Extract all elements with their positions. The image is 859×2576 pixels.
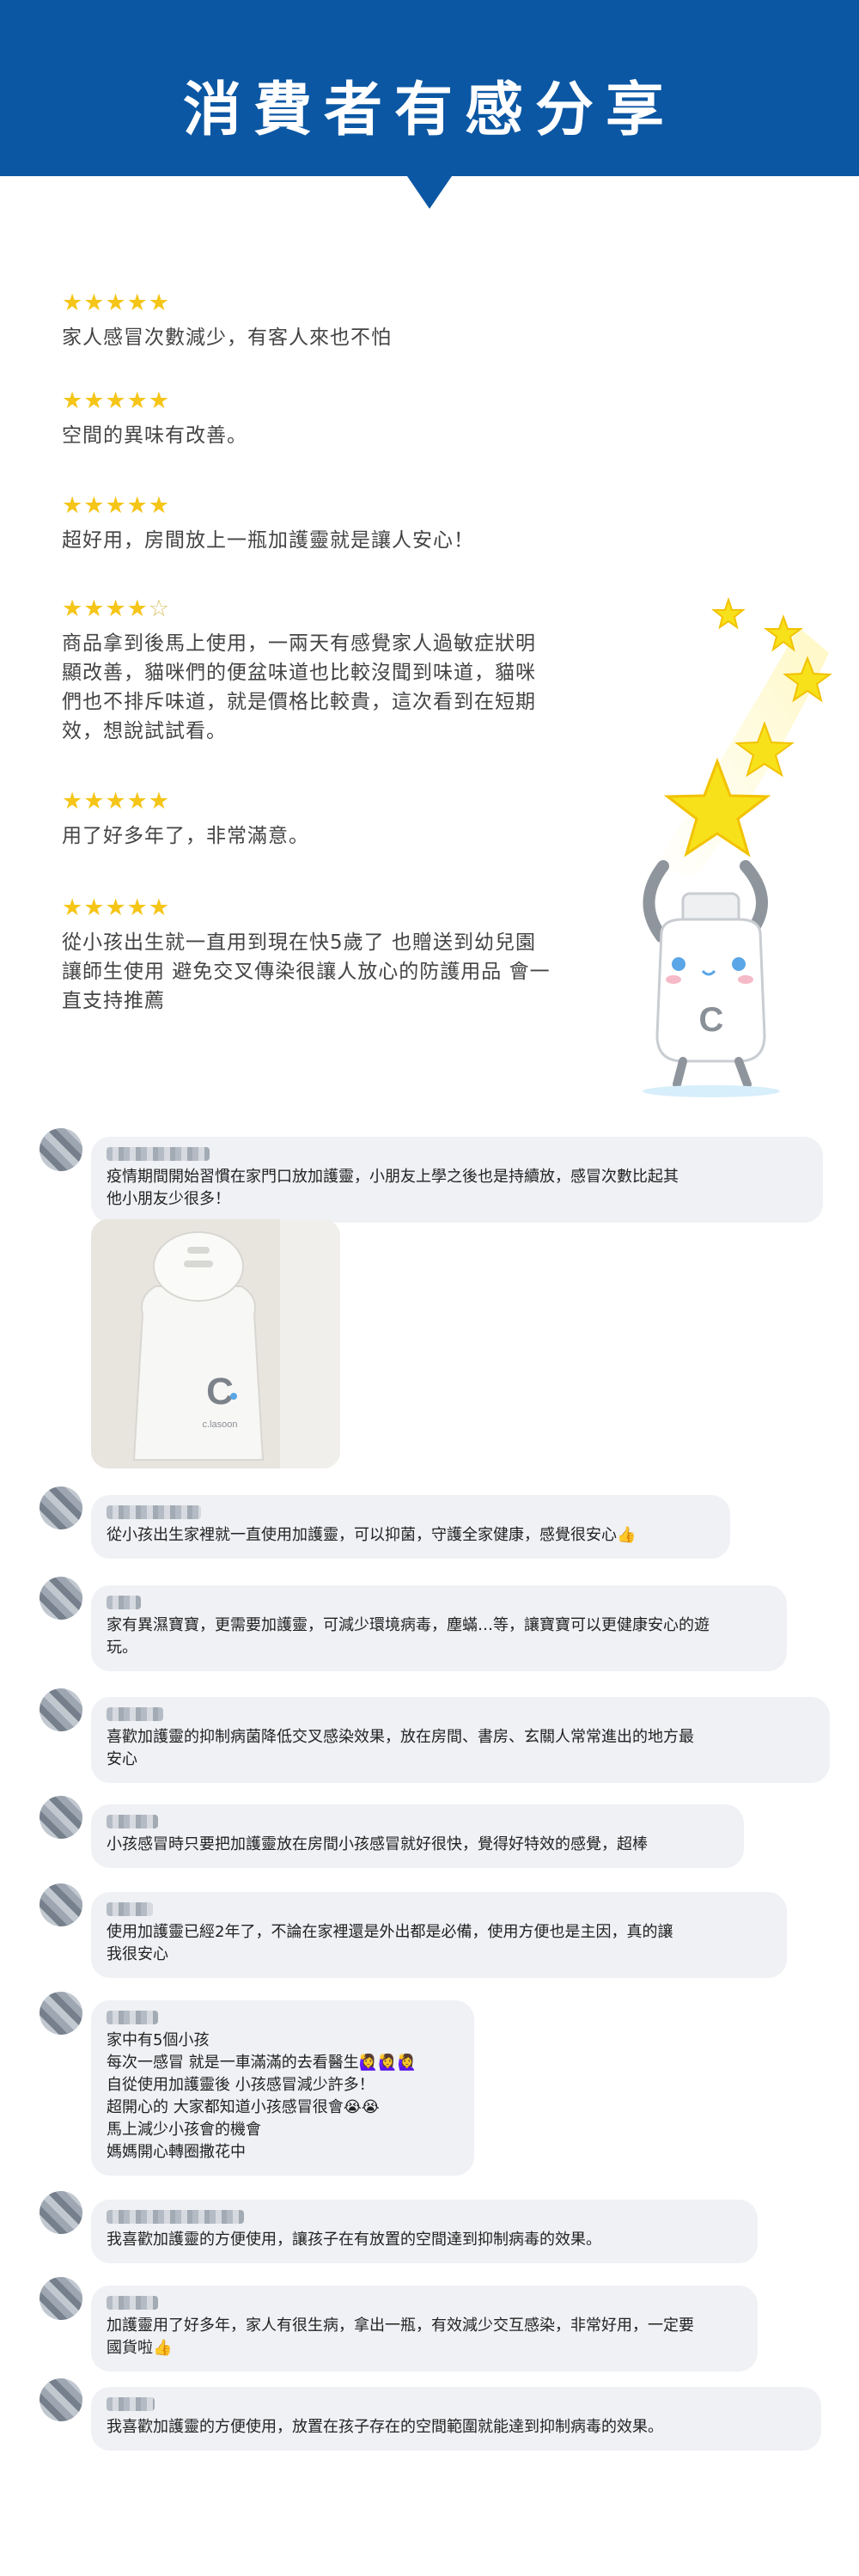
commenter-name-blurred [107, 1707, 163, 1721]
star-filled-icon: ★ [126, 788, 149, 815]
star-filled-icon: ★ [62, 492, 84, 519]
star-filled-icon: ★ [148, 290, 171, 316]
avatar [40, 1688, 82, 1731]
mascot-illustration: C [643, 596, 832, 1097]
star-filled-icon: ★ [62, 788, 84, 815]
star-filled-icon: ★ [62, 388, 84, 414]
star-filled-icon: ★ [105, 788, 127, 815]
commenter-name-blurred [107, 1902, 153, 1916]
star-filled-icon: ★ [126, 595, 149, 622]
page-title: 消費者有感分享 [182, 76, 676, 144]
comment-bubble: 疫情期間開始習慣在家門口放加護靈，小朋友上學之後也是持續放，感冒次數比起其 他小… [91, 1137, 823, 1223]
star-icon [711, 596, 746, 630]
commenter-name-blurred [107, 1815, 158, 1828]
comment-bubble: 喜歡加護靈的抑制病菌降低交叉感染效果，放在房間、書房、玄關人常常進出的地方最 安… [91, 1697, 830, 1783]
product-bottle-image: C c.lasoon [91, 1219, 340, 1468]
header-banner: 消費者有感分享 [0, 0, 859, 176]
svg-text:c.lasoon: c.lasoon [203, 1419, 238, 1430]
avatar [40, 2378, 82, 2421]
comment-text: 我喜歡加護靈的方便使用，讓孩子在有放置的空間達到抑制病毒的效果。 [107, 2231, 601, 2249]
comment-text: 喜歡加護靈的抑制病菌降低交叉感染效果，放在房間、書房、玄關人常常進出的地方最 安… [107, 1728, 694, 1768]
comment-bubble: 家有異濕寶寶，更需要加護靈，可減少環境病毒，塵蟎…等，讓寶寶可以更健康安心的遊 … [91, 1585, 787, 1671]
star-rating: ★★★★★ [62, 388, 594, 416]
star-filled-icon: ★ [62, 290, 84, 316]
star-filled-icon: ★ [62, 595, 84, 622]
star-filled-icon: ★ [83, 788, 106, 815]
star-filled-icon: ★ [83, 388, 106, 414]
star-filled-icon: ★ [148, 388, 171, 414]
commenter-name-blurred [107, 2011, 158, 2024]
commenter-name-blurred [107, 2296, 158, 2310]
star-filled-icon: ★ [126, 492, 149, 519]
svg-text:C: C [206, 1370, 234, 1413]
comment-bubble: 使用加護靈已經2年了，不論在家裡還是外出都是必備，使用方便也是主因，真的讓 我很… [91, 1892, 787, 1978]
star-filled-icon: ★ [105, 492, 127, 519]
comment-bubble: 小孩感冒時只要把加護靈放在房間小孩感冒就好很快，覺得好特效的感覺，超棒 [91, 1804, 744, 1868]
review-item: ★★★★☆ 商品拿到後馬上使用，一兩天有感覺家人過敏症狀明 顯改善，貓咪們的便盆… [62, 596, 594, 746]
star-filled-icon: ★ [105, 290, 127, 316]
star-filled-icon: ★ [148, 492, 171, 519]
commenter-name-blurred [107, 1147, 210, 1161]
avatar [40, 1992, 82, 2035]
star-filled-icon: ★ [83, 492, 106, 519]
review-text: 家人感冒次數減少，有客人來也不怕 [62, 327, 392, 349]
commenter-name-blurred [107, 2210, 244, 2224]
comment-text: 加護靈用了好多年，家人有很生病，拿出一瓶，有效減少交互感染，非常好用，一定要 國… [107, 2317, 694, 2357]
star-filled-icon: ★ [126, 894, 149, 921]
review-text: 用了好多年了，非常滿意。 [62, 825, 309, 847]
star-filled-icon: ★ [105, 595, 127, 622]
commenter-name-blurred [107, 1596, 141, 1609]
star-filled-icon: ★ [83, 595, 106, 622]
comment-text: 使用加護靈已經2年了，不論在家裡還是外出都是必備，使用方便也是主因，真的讓 我很… [107, 1923, 673, 1963]
star-rating: ★★★★★ [62, 493, 594, 521]
star-filled-icon: ★ [126, 388, 149, 414]
comment-bubble: 我喜歡加護靈的方便使用，讓孩子在有放置的空間達到抑制病毒的效果。 [91, 2200, 758, 2263]
star-filled-icon: ★ [126, 290, 149, 316]
avatar [40, 1486, 82, 1529]
review-item: ★★★★★ 用了好多年了，非常滿意。 [62, 789, 594, 851]
star-filled-icon: ★ [83, 894, 106, 921]
comment-bubble: 從小孩出生家裡就一直使用加護靈，可以抑菌，守護全家健康，感覺很安心👍 [91, 1495, 730, 1559]
review-text: 空間的異味有改善。 [62, 424, 247, 447]
comment-text: 小孩感冒時只要把加護靈放在房間小孩感冒就好很快，覺得好特效的感覺，超棒 [107, 1835, 648, 1853]
review-text: 商品拿到後馬上使用，一兩天有感覺家人過敏症狀明 顯改善，貓咪們的便盆味道也比較沒… [62, 632, 536, 742]
review-item: ★★★★★ 從小孩出生就一直用到現在快5歲了 也贈送到幼兒園 讓師生使用 避免交… [62, 895, 594, 1016]
review-item: ★★★★★ 超好用，房間放上一瓶加護靈就是讓人安心！ [62, 493, 594, 555]
star-filled-icon: ★ [83, 290, 106, 316]
commenter-name-blurred [107, 2397, 155, 2411]
star-rating: ★★★★★ [62, 290, 594, 318]
comment-bubble: 加護靈用了好多年，家人有很生病，拿出一瓶，有效減少交互感染，非常好用，一定要 國… [91, 2286, 758, 2372]
svg-text:C: C [699, 1001, 724, 1039]
avatar [40, 1577, 82, 1620]
star-rating: ★★★★☆ [62, 596, 594, 624]
comment-text: 疫情期間開始習慣在家門口放加護靈，小朋友上學之後也是持續放，感冒次數比起其 他小… [107, 1168, 679, 1208]
avatar [40, 2191, 82, 2234]
comment-text: 家有異濕寶寶，更需要加護靈，可減少環境病毒，塵蟎…等，讓寶寶可以更健康安心的遊 … [107, 1616, 710, 1657]
avatar [40, 1128, 82, 1171]
comment-text: 家中有5個小孩 每次一感冒 就是一車滿滿的去看醫生🙋‍♀️🙋‍♀️🙋‍♀️ 自從… [107, 2031, 417, 2161]
commenter-name-blurred [107, 1505, 201, 1519]
star-empty-icon: ☆ [148, 595, 171, 622]
star-rating: ★★★★★ [62, 789, 594, 816]
star-filled-icon: ★ [148, 788, 171, 815]
star-filled-icon: ★ [148, 894, 171, 921]
product-photo[interactable]: C c.lasoon [91, 1219, 340, 1468]
avatar [40, 2277, 82, 2320]
review-item: ★★★★★ 家人感冒次數減少，有客人來也不怕 [62, 290, 594, 352]
comment-text: 我喜歡加護靈的方便使用，放置在孩子存在的空間範圍就能達到抑制病毒的效果。 [107, 2418, 663, 2436]
comment-text: 從小孩出生家裡就一直使用加護靈，可以抑菌，守護全家健康，感覺很安心👍 [107, 1526, 637, 1544]
star-filled-icon: ★ [105, 388, 127, 414]
comment-bubble: 家中有5個小孩 每次一感冒 就是一車滿滿的去看醫生🙋‍♀️🙋‍♀️🙋‍♀️ 自從… [91, 2000, 474, 2176]
review-item: ★★★★★ 空間的異味有改善。 [62, 388, 594, 450]
review-text: 超好用，房間放上一瓶加護靈就是讓人安心！ [62, 529, 474, 552]
star-filled-icon: ★ [62, 894, 84, 921]
avatar [40, 1796, 82, 1839]
avatar [40, 1883, 82, 1926]
star-filled-icon: ★ [105, 894, 127, 921]
header-notch [407, 176, 452, 209]
star-rating: ★★★★★ [62, 895, 594, 923]
review-text: 從小孩出生就一直用到現在快5歲了 也贈送到幼兒園 讓師生使用 避免交叉傳染很讓人… [62, 931, 551, 1012]
comment-bubble: 我喜歡加護靈的方便使用，放置在孩子存在的空間範圍就能達到抑制病毒的效果。 [91, 2387, 821, 2451]
